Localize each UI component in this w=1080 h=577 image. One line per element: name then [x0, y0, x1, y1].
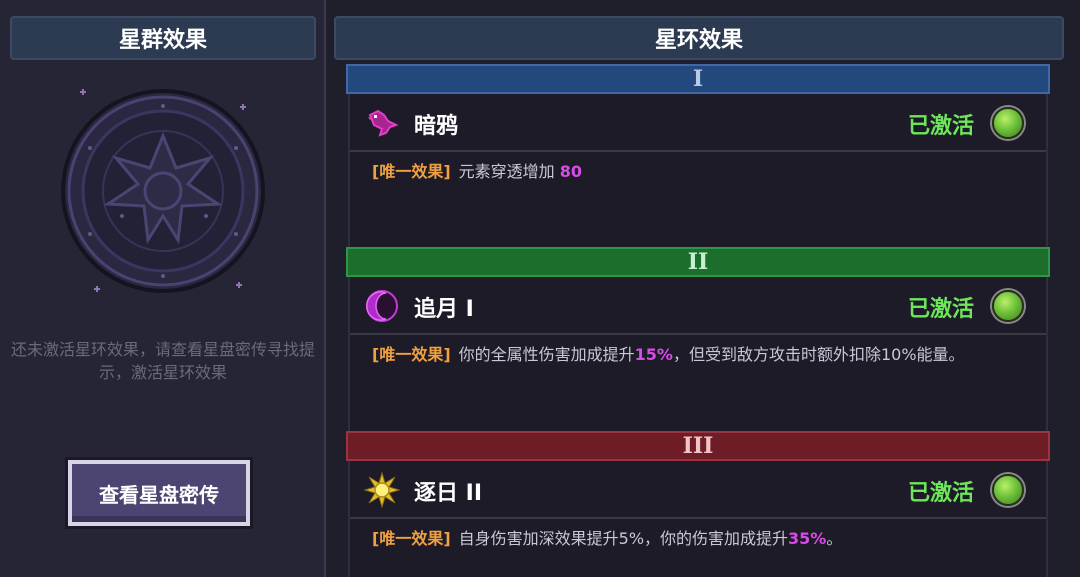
constellation-effect-title: 星群效果 — [10, 16, 316, 60]
unique-effect-tag: [唯一效果] — [372, 162, 451, 181]
crescent-moon-icon — [366, 290, 398, 322]
status-activated-label: 已激活 — [907, 114, 974, 139]
effect-text-tail: 。 — [826, 529, 843, 548]
effect-value: 35% — [788, 529, 827, 548]
effect-text: 元素穿透增加 — [458, 162, 555, 181]
constellation-panel: 星群效果 还未激活星环效果，请查看星盘密传寻找提示，激活星环效果 查看星盘密传 — [0, 0, 326, 577]
sun-icon — [364, 472, 400, 508]
tier-2-header: II — [346, 247, 1050, 277]
unique-effect-tag: [唯一效果] — [372, 529, 451, 548]
effect-name: 追月 I — [414, 297, 474, 322]
effect-value: 15% — [634, 345, 673, 364]
effect-value: 80 — [559, 162, 583, 181]
effect-name: 暗鸦 — [414, 114, 459, 139]
crow-icon — [368, 109, 399, 137]
effect-text: 自身伤害加深效果提升5%，你的伤害加成提升 — [458, 529, 789, 548]
effect-description: [唯一效果] 元素穿透增加 80 — [372, 160, 1032, 183]
tier-3-header: III — [346, 431, 1050, 461]
view-star-chart-button[interactable]: 查看星盘密传 — [68, 460, 250, 526]
status-activated-label: 已激活 — [907, 481, 974, 506]
star-chart-disc-icon — [61, 89, 265, 293]
status-orb-icon — [992, 474, 1024, 506]
no-active-effect-hint: 还未激活星环效果，请查看星盘密传寻找提示，激活星环效果 — [10, 340, 315, 382]
effect-text: 你的全属性伤害加成提升 — [458, 345, 635, 364]
effect-card-chasing-sun: 逐日 II 已激活 [唯一效果] 自身伤害加深效果提升5%，你的伤害加成提升35%… — [348, 461, 1048, 577]
unique-effect-tag: [唯一效果] — [372, 345, 451, 364]
effect-card-header: 追月 I 已激活 — [350, 277, 1046, 335]
effect-name: 逐日 II — [414, 481, 483, 506]
star-ring-effect-title: 星环效果 — [334, 16, 1064, 60]
effect-description: [唯一效果] 你的全属性伤害加成提升15%，但受到敌方攻击时额外扣除10%能量。 — [372, 343, 1032, 366]
effect-card-crow: 暗鸦 已激活 [唯一效果] 元素穿透增加 80 — [348, 94, 1048, 247]
status-activated-label: 已激活 — [907, 297, 974, 322]
status-orb-icon — [992, 290, 1024, 322]
effect-text-tail: ，但受到敌方攻击时额外扣除10%能量。 — [672, 345, 965, 364]
effect-card-header: 暗鸦 已激活 — [350, 94, 1046, 152]
effect-card-chasing-moon: 追月 I 已激活 [唯一效果] 你的全属性伤害加成提升15%，但受到敌方攻击时额外… — [348, 277, 1048, 431]
effect-description: [唯一效果] 自身伤害加深效果提升5%，你的伤害加成提升35%。 — [372, 527, 1032, 550]
effect-card-header: 逐日 II 已激活 — [350, 461, 1046, 519]
status-orb-icon — [992, 107, 1024, 139]
tier-1-header: I — [346, 64, 1050, 94]
